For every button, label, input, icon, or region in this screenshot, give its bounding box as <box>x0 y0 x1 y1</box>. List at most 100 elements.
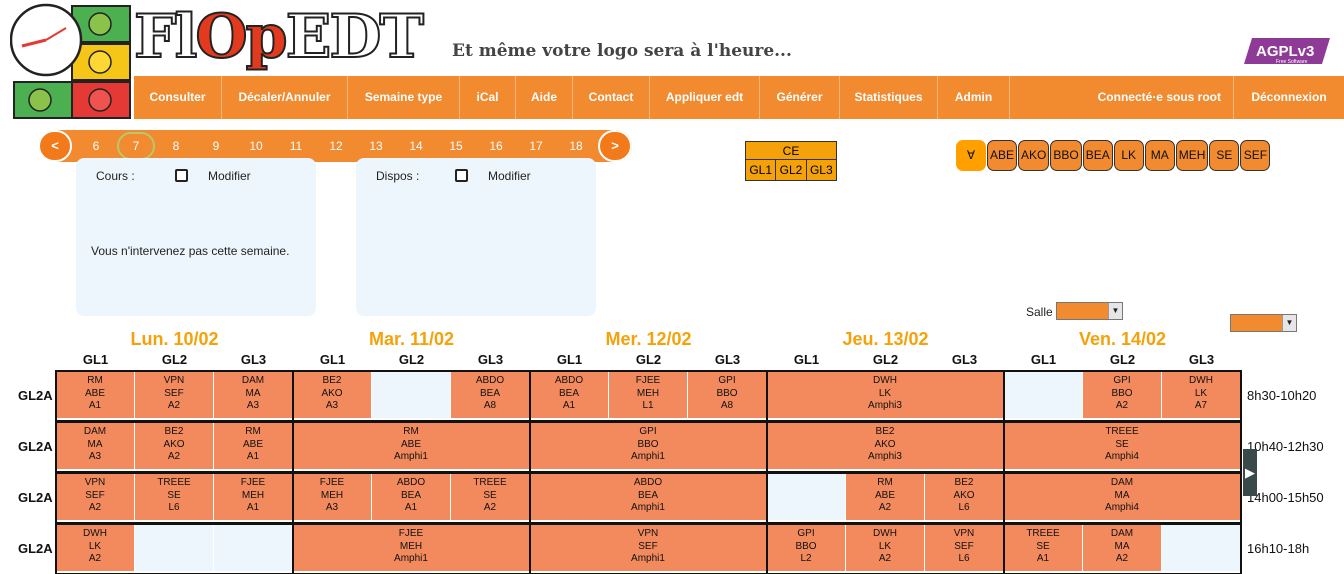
course-slot[interactable]: VPN SEF A2 <box>56 473 135 521</box>
course-slot[interactable]: TREEE SE L6 <box>135 473 214 521</box>
empty-slot[interactable] <box>372 371 451 419</box>
group-selector-head[interactable]: CE <box>746 142 836 160</box>
course-line: SE <box>483 489 497 501</box>
course-slot[interactable]: GPI BBO A2 <box>1083 371 1162 419</box>
course-slot[interactable]: BE2 AKO Amphi3 <box>767 422 1004 470</box>
day-title: Mar. 11/02 <box>368 329 455 349</box>
course-slot[interactable]: FJEE MEH L1 <box>609 371 688 419</box>
course-slot[interactable]: VPN SEF A2 <box>135 371 214 419</box>
group-column-header: GL3 <box>240 352 267 367</box>
course-slot[interactable]: RM ABE Amphi1 <box>293 422 530 470</box>
course-slot[interactable]: FJEE MEH A3 <box>293 473 372 521</box>
agpl-logo[interactable]: AGPLv3 Free Software <box>1244 36 1332 66</box>
course-slot[interactable]: VPN SEF L6 <box>925 524 1004 572</box>
chevron-down-icon: ▼ <box>1282 315 1296 331</box>
course-slot[interactable]: DWH LK Amphi3 <box>767 371 1004 419</box>
nav-deconnexion[interactable]: Déconnexion <box>1234 76 1344 119</box>
course-slot[interactable]: ABDO BEA Amphi1 <box>530 473 767 521</box>
course-slot[interactable]: BE2 AKO A3 <box>293 371 372 419</box>
course-line: DWH <box>873 528 897 539</box>
group-toggle[interactable]: GL3 <box>807 160 836 180</box>
prof-button[interactable]: LK <box>1113 140 1144 171</box>
course-slot[interactable]: DWH LK A2 <box>846 524 925 572</box>
course-slot[interactable]: ABDO BEA A8 <box>451 371 530 419</box>
course-slot[interactable]: FJEE MEH A1 <box>214 473 293 521</box>
nav-statistiques[interactable]: Statistiques <box>840 76 938 119</box>
nav-appliquer-edt[interactable]: Appliquer edt <box>650 76 760 119</box>
prof-button[interactable]: SE <box>1209 140 1240 171</box>
course-line: MA <box>1114 540 1130 552</box>
course-slot[interactable]: BE2 AKO A2 <box>135 422 214 470</box>
nav-consulter[interactable]: Consulter <box>134 76 222 119</box>
course-line: ABDO <box>396 477 426 488</box>
empty-slot[interactable] <box>135 524 214 572</box>
course-slot[interactable]: VPN SEF Amphi1 <box>530 524 767 572</box>
course-line: RM <box>245 426 261 437</box>
cours-modify-checkbox[interactable] <box>175 169 188 182</box>
prof-button[interactable]: SEF <box>1240 140 1271 171</box>
course-line: A2 <box>878 553 892 564</box>
row-group-label: GL2A <box>18 388 53 403</box>
prof-button[interactable]: AKO <box>1018 140 1050 171</box>
empty-slot[interactable] <box>214 524 293 572</box>
nav-connected-user[interactable]: Connecté·e sous root <box>1010 76 1234 119</box>
week-number[interactable]: 12 <box>321 130 351 162</box>
empty-slot[interactable] <box>1004 371 1083 419</box>
empty-slot[interactable] <box>767 473 846 521</box>
course-slot[interactable]: ABDO BEA A1 <box>530 371 609 419</box>
prev-week-button[interactable]: < <box>38 130 72 162</box>
prof-button[interactable]: BEA <box>1082 140 1113 171</box>
course-slot[interactable]: TREEE SE A1 <box>1004 524 1083 572</box>
course-slot[interactable]: RM ABE A1 <box>214 422 293 470</box>
course-slot[interactable]: GPI BBO A8 <box>688 371 767 419</box>
course-line: BBO <box>716 387 738 399</box>
course-line: Amphi3 <box>868 400 902 411</box>
course-slot[interactable]: BE2 AKO L6 <box>925 473 1004 521</box>
nav-admin[interactable]: Admin <box>938 76 1010 119</box>
course-line: MEH <box>636 387 660 399</box>
nav-contact[interactable]: Contact <box>573 76 650 119</box>
course-line: AKO <box>321 387 343 399</box>
course-line: MEH <box>399 540 423 552</box>
group-column-header: GL3 <box>477 352 504 367</box>
course-slot[interactable]: GPI BBO Amphi1 <box>530 422 767 470</box>
nav-semaine-type[interactable]: Semaine type <box>348 76 460 119</box>
course-line: TREEE <box>1026 528 1060 539</box>
course-slot[interactable]: DAM MA A3 <box>214 371 293 419</box>
course-slot[interactable]: DWH LK A7 <box>1162 371 1241 419</box>
nav-decaler-annuler[interactable]: Décaler/Annuler <box>222 76 348 119</box>
course-line: A7 <box>1194 400 1208 411</box>
course-slot[interactable]: ABDO BEA A1 <box>372 473 451 521</box>
course-slot[interactable]: DWH LK A2 <box>56 524 135 572</box>
prof-button[interactable]: BBO <box>1050 140 1082 171</box>
nav-ical[interactable]: iCal <box>460 76 516 119</box>
dispos-modify-checkbox[interactable] <box>455 169 468 182</box>
salle-select[interactable]: ▼ <box>1056 302 1123 320</box>
prof-button[interactable]: MEH <box>1175 140 1209 171</box>
course-line: FJEE <box>398 528 424 539</box>
empty-slot[interactable] <box>1162 524 1241 572</box>
wordmark-part: Fl <box>133 1 198 73</box>
course-slot[interactable]: TREEE SE Amphi4 <box>1004 422 1241 470</box>
course-slot[interactable]: TREEE SE A2 <box>451 473 530 521</box>
next-week-button[interactable]: > <box>598 130 632 162</box>
group-toggle[interactable]: GL2 <box>776 160 807 180</box>
course-slot[interactable]: DAM MA A3 <box>56 422 135 470</box>
course-slot[interactable]: GPI BBO L2 <box>767 524 846 572</box>
course-slot[interactable]: DAM MA A2 <box>1083 524 1162 572</box>
course-slot[interactable]: FJEE MEH Amphi1 <box>293 524 530 572</box>
course-slot[interactable]: DAM MA Amphi4 <box>1004 473 1241 521</box>
nav-aide[interactable]: Aide <box>516 76 573 119</box>
prof-button[interactable]: MA <box>1144 140 1175 171</box>
course-slot[interactable]: RM ABE A1 <box>56 371 135 419</box>
nav-generer[interactable]: Générer <box>760 76 840 119</box>
prof-button[interactable]: ABE <box>987 140 1018 171</box>
app-wordmark[interactable]: FlOpEDT <box>133 0 425 74</box>
prof-button-all[interactable]: ∀ <box>956 140 986 171</box>
course-line: SE <box>167 489 181 501</box>
course-line: VPN <box>637 528 659 539</box>
side-panel-toggle[interactable]: ▶ <box>1243 449 1257 496</box>
group-toggle[interactable]: GL1 <box>746 160 777 180</box>
course-slot[interactable]: RM ABE A2 <box>846 473 925 521</box>
course-line: A2 <box>1115 553 1129 564</box>
